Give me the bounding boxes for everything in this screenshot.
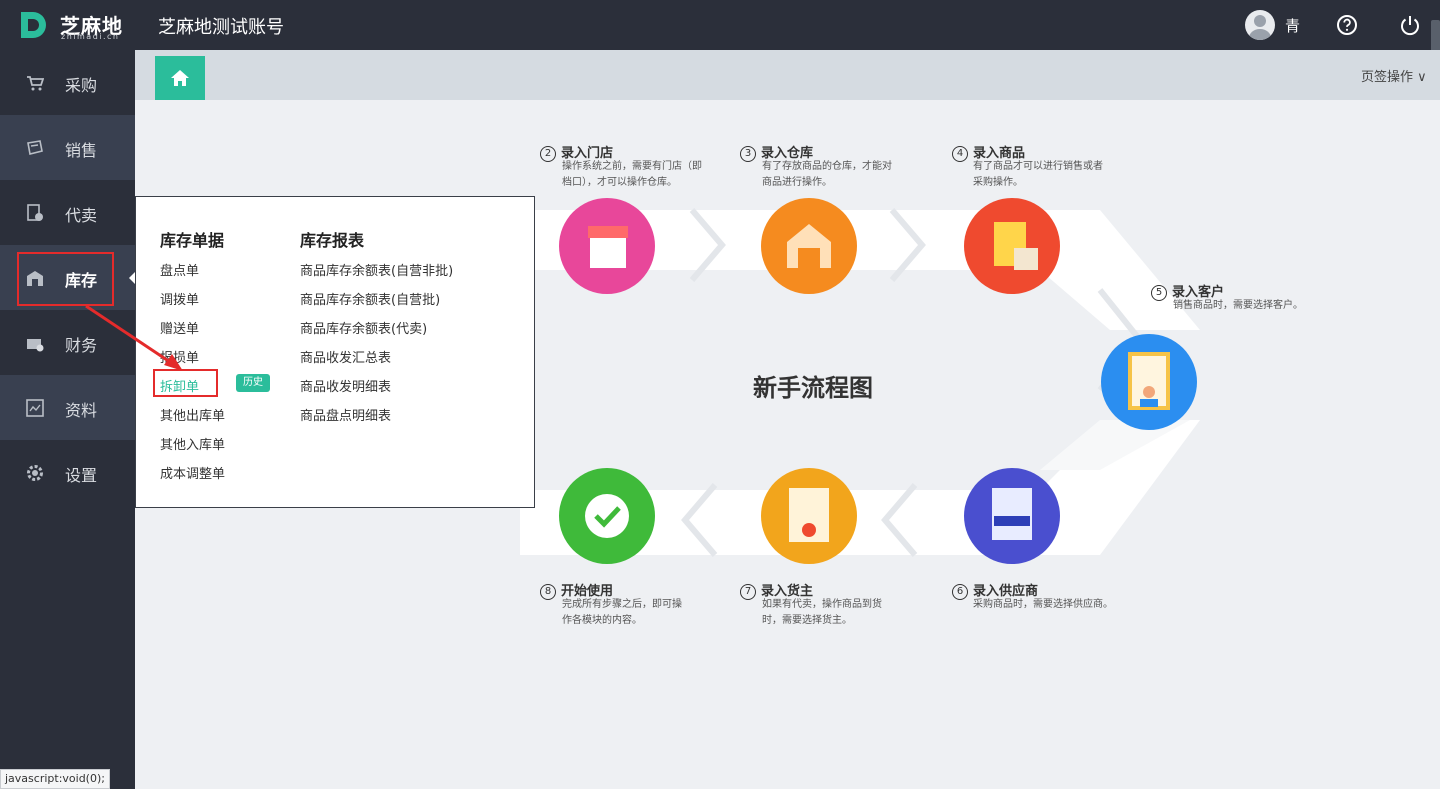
- flow-step-desc: 销售商品时，需要选择客户。: [1173, 300, 1303, 311]
- flow-step-desc: 有了存放商品的仓库，才能对 商品进行操作。: [762, 161, 892, 188]
- menu-report-inout-detail[interactable]: 商品收发明细表: [300, 376, 391, 395]
- menu-report-balance-self-batch[interactable]: 商品库存余额表(自营批): [300, 289, 440, 308]
- cart-icon: [27, 76, 44, 91]
- status-bar: javascript:void(0);: [0, 769, 110, 789]
- sidebar-item-sales[interactable]: 销售: [0, 115, 135, 180]
- flow-step-desc: 完成所有步骤之后，即可操 作各模块的内容。: [562, 599, 682, 626]
- menu-report-inout-summary[interactable]: 商品收发汇总表: [300, 347, 391, 366]
- active-highlight-box: [17, 252, 114, 306]
- tab-bar: [135, 50, 1440, 100]
- top-bar: 芝麻地 zhimadi.cn 芝麻地测试账号 青: [0, 0, 1440, 50]
- menu-item-stocktake[interactable]: 盘点单: [160, 260, 199, 279]
- sidebar-item-label: 财务: [65, 336, 98, 355]
- user-name: 青: [1284, 16, 1300, 35]
- inventory-menu-panel: 库存单据 盘点单 调拨单 赠送单 报损单 拆卸单 其他出库单 其他入库单 成本调…: [135, 196, 535, 508]
- menu-item-other-in[interactable]: 其他入库单: [160, 434, 225, 453]
- help-circle-icon[interactable]: [1336, 14, 1358, 36]
- menu-report-balance-consign[interactable]: 商品库存余额表(代卖): [300, 318, 427, 337]
- sidebar-item-purchase[interactable]: 采购: [0, 50, 135, 115]
- tab-home[interactable]: [155, 56, 205, 100]
- account-title: 芝麻地测试账号: [158, 17, 284, 38]
- logo-icon: [21, 12, 46, 38]
- gear-icon: [27, 465, 43, 481]
- menu-item-other-out[interactable]: 其他出库单: [160, 405, 225, 424]
- sidebar-item-profile[interactable]: 资料: [0, 375, 135, 440]
- sidebar-item-label: 代卖: [65, 206, 98, 225]
- home-icon: [171, 70, 189, 86]
- menu-reports-title: 库存报表: [300, 231, 365, 250]
- sidebar-item-label: 设置: [65, 466, 98, 485]
- flow-step-desc: 采购商品时，需要选择供应商。: [973, 599, 1113, 610]
- sidebar-item-label: 采购: [65, 76, 98, 95]
- profile-icon: [26, 399, 44, 417]
- tab-operations-dropdown[interactable]: 页签操作 ∨: [1361, 66, 1427, 85]
- menu-item-transfer[interactable]: 调拨单: [160, 289, 199, 308]
- sidebar-item-label: 销售: [65, 141, 98, 160]
- flow-step-desc: 如果有代卖，操作商品到货 时，需要选择货主。: [762, 599, 882, 626]
- menu-docs-title: 库存单据: [160, 231, 225, 250]
- consign-icon: [27, 204, 43, 221]
- menu-item-damage[interactable]: 报损单: [160, 347, 199, 366]
- sale-icon: [27, 140, 43, 155]
- menu-report-balance-self-nonbatch[interactable]: 商品库存余额表(自营非批): [300, 260, 453, 279]
- flow-title: 新手流程图: [753, 374, 873, 402]
- menu-report-stocktake-detail[interactable]: 商品盘点明细表: [300, 405, 391, 424]
- sidebar-item-consign[interactable]: 代卖: [0, 180, 135, 245]
- menu-item-cost-adjust[interactable]: 成本调整单: [160, 463, 225, 482]
- avatar: [1244, 10, 1275, 40]
- disassembly-highlight-box: [153, 369, 218, 397]
- finance-icon: [27, 339, 44, 352]
- menu-item-gift[interactable]: 赠送单: [160, 318, 199, 337]
- logo-subtext: zhimadi.cn: [61, 32, 120, 41]
- sidebar-item-settings[interactable]: 设置: [0, 440, 135, 505]
- sidebar-item-finance[interactable]: 财务: [0, 310, 135, 375]
- logo[interactable]: 芝麻地 zhimadi.cn: [18, 10, 138, 42]
- flow-step-desc: 操作系统之前，需要有门店（即 档口），才可以操作仓库。: [562, 161, 702, 188]
- power-icon[interactable]: [1399, 14, 1421, 36]
- flow-step-desc: 有了商品才可以进行销售或者 采购操作。: [973, 161, 1103, 188]
- user-menu[interactable]: 青: [1244, 9, 1300, 41]
- sidebar-item-label: 资料: [65, 401, 98, 420]
- history-badge[interactable]: 历史: [236, 374, 270, 392]
